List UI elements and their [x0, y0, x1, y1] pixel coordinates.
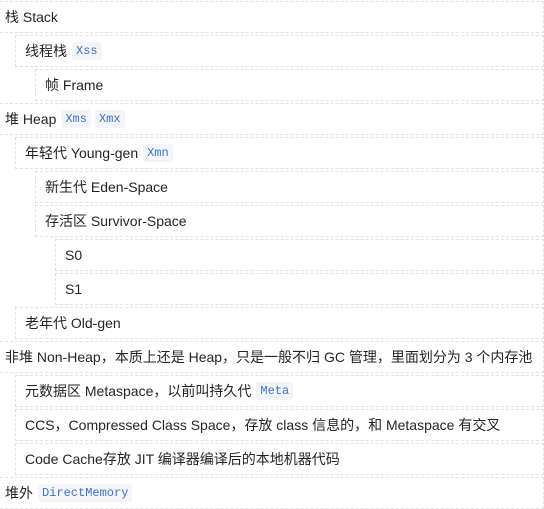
row-label: 栈 Stack — [5, 9, 58, 25]
row-label: 年轻代 Young-gen — [25, 145, 139, 161]
row-label: S0 — [65, 247, 83, 263]
row-label: 新生代 Eden-Space — [45, 179, 168, 195]
row-label: 堆 Heap — [5, 111, 57, 127]
tree-row-ccs[interactable]: CCS，Compressed Class Space，存放 class 信息的，… — [0, 409, 544, 441]
tree-row-thread-stack[interactable]: 线程栈 Xss — [0, 35, 544, 67]
tree-row-s1[interactable]: S1 — [0, 273, 544, 305]
tree-row-young-gen[interactable]: 年轻代 Young-gen Xmn — [0, 137, 544, 169]
inline-code-tag: Meta — [256, 382, 294, 400]
row-label: 老年代 Old-gen — [25, 315, 121, 331]
tree-row-frame[interactable]: 帧 Frame — [0, 69, 544, 101]
row-label: Code Cache存放 JIT 编译器编译后的本地机器代码 — [25, 451, 340, 467]
row-label: 线程栈 — [25, 43, 67, 59]
tree-row-off-heap[interactable]: 堆外 DirectMemory — [0, 477, 544, 509]
tree-row-heap[interactable]: 堆 Heap Xms Xmx — [0, 103, 544, 135]
row-label: CCS，Compressed Class Space，存放 class 信息的，… — [25, 417, 501, 433]
row-label: 元数据区 Metaspace，以前叫持久代 — [25, 383, 252, 399]
tree-row-non-heap[interactable]: 非堆 Non-Heap，本质上还是 Heap，只是一般不归 GC 管理，里面划分… — [0, 341, 544, 373]
tree-row-survivor-space[interactable]: 存活区 Survivor-Space — [0, 205, 544, 237]
row-label: 存活区 Survivor-Space — [45, 213, 187, 229]
tree-row-code-cache[interactable]: Code Cache存放 JIT 编译器编译后的本地机器代码 — [0, 443, 544, 475]
inline-code-tag: DirectMemory — [38, 484, 133, 502]
inline-code-tag: Xms — [61, 110, 91, 128]
row-label: S1 — [65, 281, 83, 297]
row-label: 帧 Frame — [45, 77, 104, 93]
inline-code-tag: Xss — [72, 42, 102, 60]
tree-row-eden-space[interactable]: 新生代 Eden-Space — [0, 171, 544, 203]
memory-tree: 栈 Stack 线程栈 Xss 帧 Frame 堆 Heap Xms Xmx 年… — [0, 0, 544, 509]
tree-row-s0[interactable]: S0 — [0, 239, 544, 271]
tree-row-stack[interactable]: 栈 Stack — [0, 1, 544, 33]
inline-code-tag: Xmx — [94, 110, 125, 128]
row-label: 堆外 — [5, 485, 33, 501]
tree-row-old-gen[interactable]: 老年代 Old-gen — [0, 307, 544, 339]
tree-row-metaspace[interactable]: 元数据区 Metaspace，以前叫持久代 Meta — [0, 375, 544, 407]
row-label: 非堆 Non-Heap，本质上还是 Heap，只是一般不归 GC 管理，里面划分… — [5, 349, 533, 365]
inline-code-tag: Xmn — [143, 144, 173, 162]
